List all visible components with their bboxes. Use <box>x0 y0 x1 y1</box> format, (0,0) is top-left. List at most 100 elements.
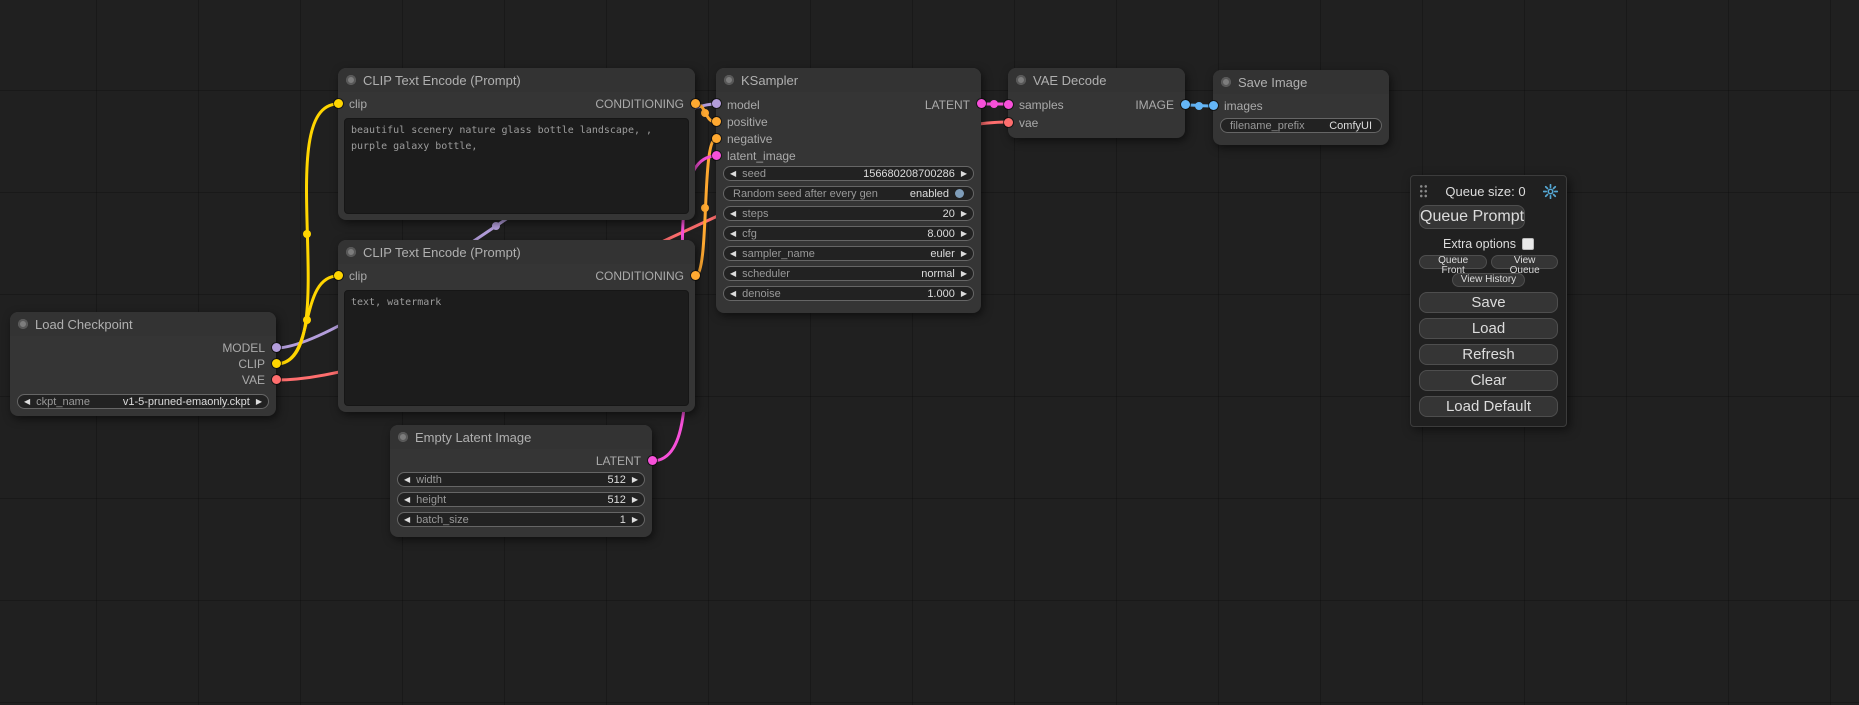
decrement-arrow-icon[interactable]: ◀ <box>724 250 742 258</box>
port-conditioning-output[interactable] <box>691 271 700 280</box>
scheduler-widget[interactable]: ◀ scheduler normal ▶ <box>723 266 974 281</box>
node-clip-text-encode-positive[interactable]: CLIP Text Encode (Prompt) clip CONDITION… <box>338 68 695 220</box>
node-load-checkpoint[interactable]: Load Checkpoint MODEL CLIP VAE ◀ ckpt_na… <box>10 312 276 416</box>
queue-front-button[interactable]: Queue Front <box>1419 255 1487 269</box>
height-widget[interactable]: ◀ height 512 ▶ <box>397 492 645 507</box>
seed-widget[interactable]: ◀ seed 156680208700286 ▶ <box>723 166 974 181</box>
collapse-toggle-dot[interactable] <box>398 432 408 442</box>
width-widget[interactable]: ◀ width 512 ▶ <box>397 472 645 487</box>
refresh-button[interactable]: Refresh <box>1419 344 1558 365</box>
port-vae-output[interactable] <box>272 375 281 384</box>
input-slot-negative: negative <box>716 130 981 147</box>
random-seed-toggle[interactable]: Random seed after every gen enabled <box>723 186 974 201</box>
increment-arrow-icon[interactable]: ▶ <box>955 170 973 178</box>
node-header[interactable]: KSampler <box>716 68 981 92</box>
positive-prompt-textarea[interactable]: beautiful scenery nature glass bottle la… <box>344 118 689 214</box>
menu-header: Queue size: 0 <box>1419 181 1558 201</box>
decrement-arrow-icon[interactable]: ◀ <box>724 290 742 298</box>
collapse-toggle-dot[interactable] <box>346 247 356 257</box>
extra-options-checkbox[interactable] <box>1522 238 1534 250</box>
node-title: CLIP Text Encode (Prompt) <box>363 245 521 260</box>
extra-options-label: Extra options <box>1443 237 1516 251</box>
increment-arrow-icon[interactable]: ▶ <box>626 476 644 484</box>
batch-size-widget[interactable]: ◀ batch_size 1 ▶ <box>397 512 645 527</box>
decrement-arrow-icon[interactable]: ◀ <box>724 170 742 178</box>
node-header[interactable]: Save Image <box>1213 70 1389 94</box>
port-latent-output[interactable] <box>648 456 657 465</box>
node-ksampler[interactable]: KSampler model LATENT positive negative … <box>716 68 981 313</box>
clear-button[interactable]: Clear <box>1419 370 1558 391</box>
port-latent-image-input[interactable] <box>712 151 721 160</box>
view-history-button[interactable]: View History <box>1452 273 1525 287</box>
toggle-knob-icon[interactable] <box>955 189 964 198</box>
port-image-output[interactable] <box>1181 100 1190 109</box>
decrement-arrow-icon[interactable]: ◀ <box>398 496 416 504</box>
drag-handle-icon[interactable] <box>1419 184 1428 198</box>
collapse-toggle-dot[interactable] <box>724 75 734 85</box>
collapse-toggle-dot[interactable] <box>1016 75 1026 85</box>
settings-gear-icon[interactable] <box>1543 184 1558 199</box>
node-vae-decode[interactable]: VAE Decode samples IMAGE vae <box>1008 68 1185 138</box>
collapse-toggle-dot[interactable] <box>346 75 356 85</box>
decrement-arrow-icon[interactable]: ◀ <box>18 398 36 406</box>
increment-arrow-icon[interactable]: ▶ <box>955 290 973 298</box>
ckpt-name-widget[interactable]: ◀ ckpt_name v1-5-pruned-emaonly.ckpt ▶ <box>17 394 269 409</box>
save-button[interactable]: Save <box>1419 292 1558 313</box>
port-images-input[interactable] <box>1209 101 1218 110</box>
negative-prompt-textarea[interactable]: text, watermark <box>344 290 689 406</box>
port-conditioning-output[interactable] <box>691 99 700 108</box>
node-header[interactable]: Empty Latent Image <box>390 425 652 449</box>
port-model-output[interactable] <box>272 343 281 352</box>
increment-arrow-icon[interactable]: ▶ <box>250 398 268 406</box>
denoise-widget[interactable]: ◀ denoise 1.000 ▶ <box>723 286 974 301</box>
increment-arrow-icon[interactable]: ▶ <box>955 230 973 238</box>
steps-widget[interactable]: ◀ steps 20 ▶ <box>723 206 974 221</box>
queue-prompt-button[interactable]: Queue Prompt <box>1419 205 1525 229</box>
output-slot-vae: VAE <box>10 372 276 388</box>
decrement-arrow-icon[interactable]: ◀ <box>724 230 742 238</box>
increment-arrow-icon[interactable]: ▶ <box>626 496 644 504</box>
cfg-widget[interactable]: ◀ cfg 8.000 ▶ <box>723 226 974 241</box>
port-latent-output[interactable] <box>977 99 986 108</box>
slot-row-samples-image: samples IMAGE <box>1008 96 1185 114</box>
port-vae-input[interactable] <box>1004 118 1013 127</box>
slot-row: clip CONDITIONING <box>338 96 695 112</box>
increment-arrow-icon[interactable]: ▶ <box>955 250 973 258</box>
collapse-toggle-dot[interactable] <box>1221 77 1231 87</box>
graph-canvas[interactable]: Load Checkpoint MODEL CLIP VAE ◀ ckpt_na… <box>0 0 1859 705</box>
decrement-arrow-icon[interactable]: ◀ <box>724 210 742 218</box>
node-clip-text-encode-negative[interactable]: CLIP Text Encode (Prompt) clip CONDITION… <box>338 240 695 412</box>
node-header[interactable]: CLIP Text Encode (Prompt) <box>338 240 695 264</box>
output-slot-clip: CLIP <box>10 356 276 372</box>
load-button[interactable]: Load <box>1419 318 1558 339</box>
input-slot-vae: vae <box>1008 114 1185 132</box>
extra-options-row: Extra options <box>1419 237 1558 251</box>
decrement-arrow-icon[interactable]: ◀ <box>398 516 416 524</box>
port-positive-input[interactable] <box>712 117 721 126</box>
decrement-arrow-icon[interactable]: ◀ <box>724 270 742 278</box>
port-clip-output[interactable] <box>272 359 281 368</box>
node-header[interactable]: CLIP Text Encode (Prompt) <box>338 68 695 92</box>
port-clip-input[interactable] <box>334 271 343 280</box>
decrement-arrow-icon[interactable]: ◀ <box>398 476 416 484</box>
node-header[interactable]: VAE Decode <box>1008 68 1185 92</box>
wire-midpoint-dot <box>303 230 311 238</box>
load-default-button[interactable]: Load Default <box>1419 396 1558 417</box>
port-clip-input[interactable] <box>334 99 343 108</box>
port-samples-input[interactable] <box>1004 100 1013 109</box>
queue-menu-panel: Queue size: 0 Queue Pr <box>1410 175 1567 427</box>
wire-midpoint-dot <box>492 222 500 230</box>
increment-arrow-icon[interactable]: ▶ <box>955 210 973 218</box>
increment-arrow-icon[interactable]: ▶ <box>955 270 973 278</box>
filename-prefix-widget[interactable]: filename_prefix ComfyUI <box>1220 118 1382 133</box>
port-model-input[interactable] <box>712 99 721 108</box>
node-save-image[interactable]: Save Image images filename_prefix ComfyU… <box>1213 70 1389 145</box>
collapse-toggle-dot[interactable] <box>18 319 28 329</box>
port-negative-input[interactable] <box>712 134 721 143</box>
increment-arrow-icon[interactable]: ▶ <box>626 516 644 524</box>
wire-midpoint-dot <box>1195 102 1203 110</box>
view-queue-button[interactable]: View Queue <box>1491 255 1558 269</box>
sampler-name-widget[interactable]: ◀ sampler_name euler ▶ <box>723 246 974 261</box>
node-header[interactable]: Load Checkpoint <box>10 312 276 336</box>
node-empty-latent-image[interactable]: Empty Latent Image LATENT ◀ width 512 ▶ … <box>390 425 652 537</box>
